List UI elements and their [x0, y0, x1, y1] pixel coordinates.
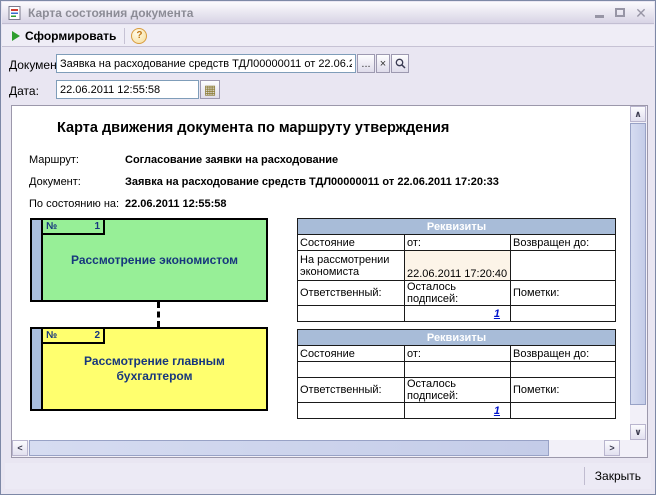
chevron-up-icon: ∧ [634, 109, 641, 120]
state-header-cell: Состояние [298, 235, 405, 251]
play-icon [12, 31, 20, 41]
responsible-header-cell: Ответственный: [298, 281, 405, 306]
notes-header-cell: Пометки: [511, 281, 616, 306]
stage-name: Рассмотрение главным бухгалтером [43, 354, 266, 384]
horizontal-scrollbar[interactable]: < > [12, 440, 620, 457]
chevron-right-icon: > [609, 443, 614, 453]
signatures-left-link[interactable]: 1 [494, 405, 500, 417]
returned-header-cell: Возвращен до: [511, 346, 616, 362]
signatures-value-cell: 1 [405, 403, 511, 419]
state-value-cell: На рассмотрении экономиста [298, 251, 405, 281]
title-bar: Карта состояния документа ✕ [2, 2, 654, 24]
returned-header-cell: Возвращен до: [511, 235, 616, 251]
document-browse-button[interactable]: ... [357, 54, 375, 73]
report-document-label: Документ: [29, 176, 81, 188]
toolbar-separator [124, 28, 125, 44]
scroll-up-button[interactable]: ∧ [630, 106, 646, 122]
from-header-cell: от: [405, 346, 511, 362]
chevron-left-icon: < [17, 443, 22, 453]
signatures-header-cell: Осталось подписей: [405, 378, 511, 403]
magnifier-icon [395, 58, 406, 69]
report-document-value: Заявка на расходование средств ТДЛ000000… [125, 176, 499, 188]
stage-no-label: № [46, 221, 57, 232]
stage-number: 2 [94, 330, 100, 341]
document-clear-button[interactable]: × [376, 54, 390, 73]
from-value-cell [405, 362, 511, 378]
maximize-button[interactable] [613, 6, 627, 20]
from-value-cell: 22.06.2011 17:20:40 [405, 251, 511, 281]
calendar-icon: ▦ [204, 83, 216, 96]
stage-box-1[interactable]: № 1 Рассмотрение экономистом [30, 218, 268, 302]
app-icon [8, 6, 22, 20]
vertical-scroll-thumb[interactable] [630, 123, 646, 405]
notes-value-cell [511, 403, 616, 419]
date-field-label: Дата: [9, 84, 39, 98]
notes-value-cell [511, 306, 616, 322]
route-label: Маршрут: [29, 154, 79, 166]
signatures-left-link[interactable]: 1 [494, 308, 500, 320]
app-window: Карта состояния документа ✕ Сформировать… [0, 0, 656, 495]
state-value-cell [298, 362, 405, 378]
document-input[interactable] [56, 54, 356, 73]
report-title: Карта движения документа по маршруту утв… [57, 120, 449, 136]
stage-strip [32, 329, 43, 409]
stage-number-box: № 1 [43, 220, 105, 235]
stage-strip [32, 220, 43, 300]
state-header-cell: Состояние [298, 346, 405, 362]
document-search-button[interactable] [391, 54, 409, 73]
report-area: Карта движения документа по маршруту утв… [12, 106, 630, 440]
route-connector-line [157, 302, 160, 327]
horizontal-scroll-thumb[interactable] [29, 440, 549, 456]
minimize-icon [595, 15, 604, 18]
date-calendar-button[interactable]: ▦ [200, 80, 220, 99]
vertical-scrollbar[interactable]: ∧ ∨ [630, 106, 647, 440]
date-input[interactable] [56, 80, 199, 99]
table-header: Реквизиты [298, 219, 616, 235]
help-icon: ? [136, 30, 142, 41]
from-header-cell: от: [405, 235, 511, 251]
responsible-value-cell [298, 403, 405, 419]
attributes-table-2: Реквизиты Состояние от: Возвращен до: От… [297, 329, 616, 419]
generate-button[interactable]: Сформировать [8, 26, 120, 46]
responsible-value-cell [298, 306, 405, 322]
scroll-right-button[interactable]: > [604, 440, 620, 456]
as-of-label: По состоянию на: [29, 198, 119, 210]
chevron-down-icon: ∨ [634, 427, 641, 438]
maximize-icon [615, 8, 625, 17]
returned-value-cell [511, 362, 616, 378]
scroll-down-button[interactable]: ∨ [630, 424, 646, 440]
attributes-table-1: Реквизиты Состояние от: Возвращен до: На… [297, 218, 616, 322]
toolbar: Сформировать ? [2, 25, 654, 47]
stage-number: 1 [94, 221, 100, 232]
close-window-button[interactable]: Закрыть [593, 467, 651, 485]
window-title: Карта состояния документа [28, 6, 592, 20]
generate-button-label: Сформировать [25, 29, 116, 43]
stage-box-2[interactable]: № 2 Рассмотрение главным бухгалтером [30, 327, 268, 411]
signatures-value-cell: 1 [405, 306, 511, 322]
as-of-value: 22.06.2011 12:55:58 [125, 198, 227, 210]
footer-separator [584, 467, 585, 485]
stage-number-box: № 2 [43, 329, 105, 344]
route-value: Согласование заявки на расходование [125, 154, 338, 166]
notes-header-cell: Пометки: [511, 378, 616, 403]
responsible-header-cell: Ответственный: [298, 378, 405, 403]
signatures-header-cell: Осталось подписей: [405, 281, 511, 306]
scroll-left-button[interactable]: < [12, 440, 28, 456]
close-icon: ✕ [635, 7, 647, 19]
help-button[interactable]: ? [131, 28, 147, 44]
close-button[interactable]: ✕ [634, 6, 648, 20]
stage-name: Рассмотрение экономистом [57, 253, 252, 268]
report-panel: Карта движения документа по маршруту утв… [11, 105, 648, 458]
window-controls: ✕ [592, 6, 648, 20]
returned-value-cell [511, 251, 616, 281]
scrollbar-corner [620, 440, 647, 457]
stage-no-label: № [46, 330, 57, 341]
table-header: Реквизиты [298, 330, 616, 346]
footer-bar: Закрыть [5, 463, 651, 489]
minimize-button[interactable] [592, 6, 606, 20]
